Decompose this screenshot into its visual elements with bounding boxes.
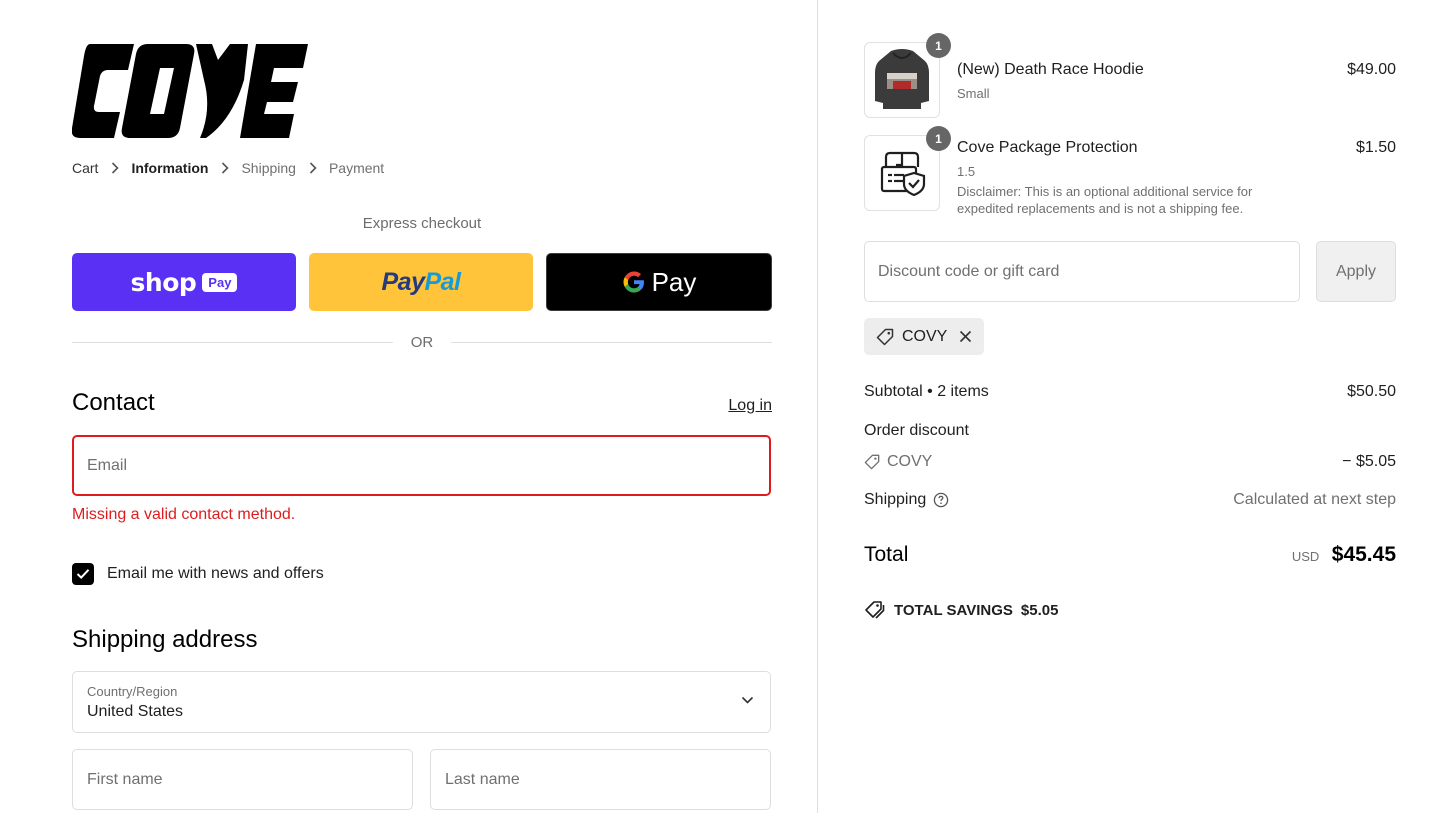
- shop-pay-pill: Pay: [202, 272, 238, 292]
- country-label: Country/Region: [87, 684, 178, 699]
- shipping-label-group: Shipping: [864, 491, 949, 509]
- shipping-value: Calculated at next step: [1233, 491, 1396, 508]
- shop-pay-wordmark: shop: [130, 267, 197, 297]
- package-shield-icon: [880, 151, 926, 197]
- total-savings-value: $5.05: [1020, 601, 1059, 619]
- total-label: Total: [864, 543, 909, 566]
- breadcrumb-information: Information: [131, 160, 209, 176]
- contact-heading: Contact: [72, 389, 155, 416]
- discount-code-line: COVY: [864, 453, 932, 471]
- item-price: $49.00: [1347, 61, 1396, 78]
- applied-discount-tag: COVY: [864, 318, 985, 355]
- item-name: Cove Package Protection: [957, 139, 1138, 156]
- google-pay-button[interactable]: Pay: [546, 253, 772, 311]
- last-name-field[interactable]: [430, 749, 771, 810]
- express-checkout-label: Express checkout: [362, 215, 482, 232]
- chevron-right-icon: [309, 162, 317, 174]
- breadcrumb-cart[interactable]: Cart: [72, 160, 98, 176]
- first-name-input[interactable]: [87, 771, 387, 789]
- item-variant: Small: [957, 86, 990, 101]
- chevron-down-icon: [741, 696, 754, 704]
- last-name-input[interactable]: [445, 771, 745, 789]
- country-value: United States: [87, 703, 184, 720]
- google-g-icon: [623, 271, 644, 293]
- quantity-badge: 1: [926, 126, 951, 151]
- discount-code-input[interactable]: [878, 263, 1278, 281]
- discount-code-row: COVY − $5.05: [864, 453, 1396, 471]
- help-icon[interactable]: [933, 492, 949, 508]
- checkout-main-panel: Cart Information Shipping Payment Expres…: [0, 0, 817, 813]
- subtotal-label: Subtotal • 2 items: [864, 383, 989, 400]
- newsletter-label: Email me with news and offers: [107, 565, 324, 582]
- cart-item: 1 Cove Package Protection 1.5 Disclaimer…: [864, 126, 1396, 219]
- close-icon[interactable]: [959, 330, 972, 343]
- quantity-badge: 1: [926, 33, 951, 58]
- email-field[interactable]: [72, 435, 771, 496]
- order-discount-row: Order discount: [864, 422, 1396, 440]
- product-thumbnail: 1: [864, 126, 951, 211]
- tag-icon: [876, 328, 894, 345]
- currency-code: USD: [1291, 549, 1320, 564]
- applied-code-text: COVY: [902, 327, 948, 345]
- total-amount-group: USD $45.45: [1292, 543, 1396, 567]
- newsletter-checkbox[interactable]: [72, 563, 94, 585]
- newsletter-option[interactable]: Email me with news and offers: [72, 563, 324, 585]
- paypal-wordmark: PayPal: [381, 267, 461, 296]
- breadcrumb-payment: Payment: [328, 160, 385, 176]
- shipping-address-heading: Shipping address: [72, 626, 258, 653]
- cove-logo[interactable]: [72, 40, 312, 140]
- chevron-right-icon: [111, 162, 120, 174]
- first-name-field[interactable]: [72, 749, 413, 810]
- item-variant: 1.5: [957, 164, 976, 179]
- total-amount: $45.45: [1331, 543, 1396, 566]
- tag-icon: [864, 454, 880, 470]
- item-price: $1.50: [1355, 139, 1396, 156]
- tags-icon: [865, 601, 885, 619]
- item-disclaimer: Disclaimer: This is an optional addition…: [957, 184, 1253, 216]
- breadcrumb: Cart Information Shipping Payment: [72, 160, 384, 176]
- subtotal-value: $50.50: [1347, 383, 1396, 400]
- order-summary-panel: 1 (New) Death Race Hoodie Small $49.00 1…: [818, 0, 1456, 813]
- shipping-row: Shipping Calculated at next step: [864, 491, 1396, 509]
- apply-discount-button[interactable]: Apply: [1316, 241, 1396, 302]
- checkmark-icon: [76, 569, 90, 580]
- paypal-button[interactable]: PayPal: [309, 253, 533, 311]
- total-savings-label: TOTAL SAVINGS: [894, 601, 1013, 619]
- item-name: (New) Death Race Hoodie: [957, 61, 1144, 78]
- order-discount-label: Order discount: [864, 422, 969, 439]
- country-select[interactable]: Country/Region United States: [72, 671, 771, 733]
- discount-code-field[interactable]: [864, 241, 1300, 302]
- or-divider: OR: [72, 334, 772, 351]
- total-savings-row: TOTAL SAVINGS $5.05: [864, 600, 1058, 620]
- breadcrumb-shipping: Shipping: [241, 160, 296, 176]
- email-error-message: Missing a valid contact method.: [72, 506, 296, 523]
- email-input[interactable]: [87, 457, 747, 475]
- cart-item: 1 (New) Death Race Hoodie Small $49.00: [864, 33, 1396, 122]
- product-thumbnail: 1: [864, 33, 951, 118]
- chevron-right-icon: [221, 162, 230, 174]
- login-link[interactable]: Log in: [728, 397, 772, 415]
- discount-value: − $5.05: [1342, 453, 1396, 470]
- total-row: Total USD $45.45: [864, 543, 1396, 567]
- subtotal-row: Subtotal • 2 items $50.50: [864, 383, 1396, 401]
- shop-pay-button[interactable]: shop Pay: [72, 253, 296, 311]
- shipping-label: Shipping: [864, 491, 927, 508]
- hoodie-image: [875, 49, 929, 109]
- google-pay-wordmark: Pay: [651, 266, 697, 297]
